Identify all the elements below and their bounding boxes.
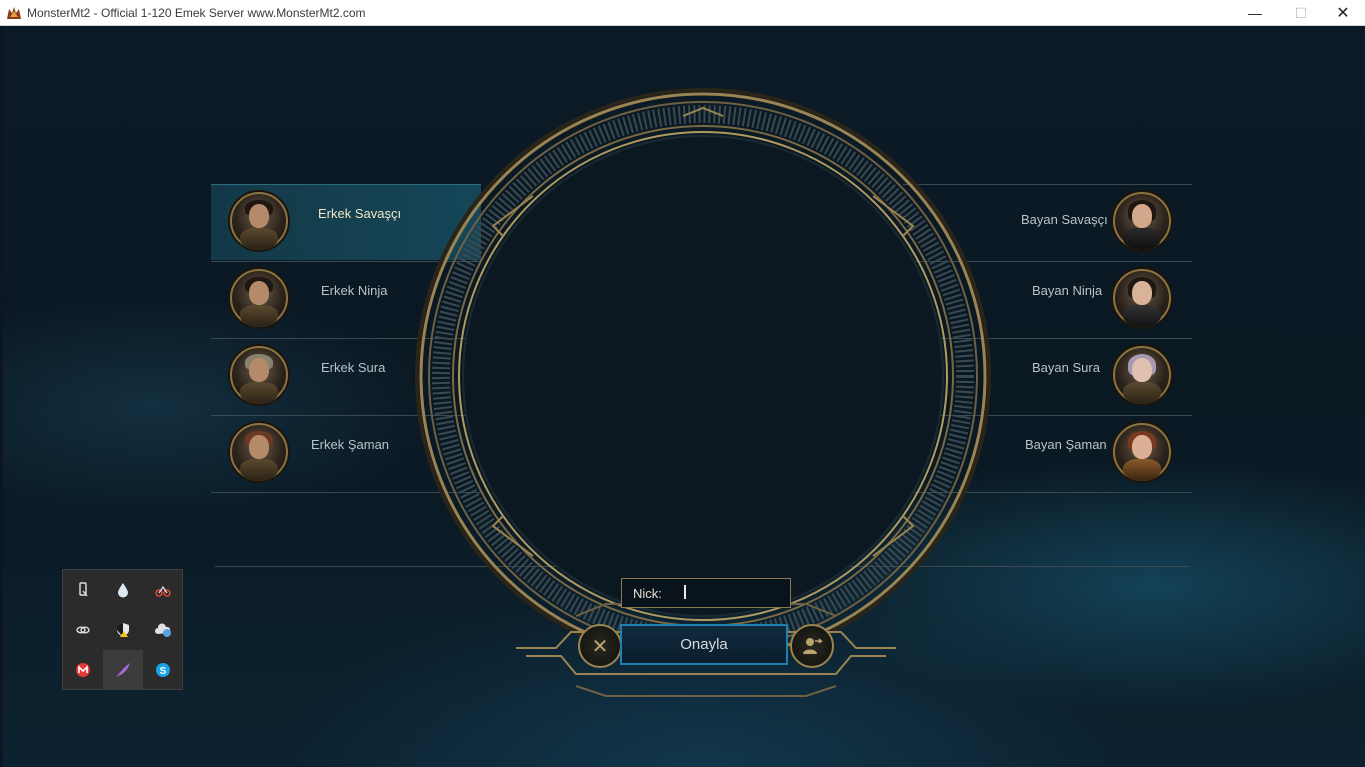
maximize-button[interactable]: ☐ (1278, 0, 1324, 26)
tray-cloud-sync[interactable] (143, 610, 183, 650)
link-icon (76, 626, 90, 634)
tray-usb-drive[interactable] (63, 570, 103, 610)
cloud-sync-icon (155, 623, 171, 637)
female-ninja-portrait (1113, 269, 1171, 327)
character-label: Bayan Ninja (1032, 283, 1103, 298)
system-tray-overflow: S (62, 569, 183, 690)
game-client-area: Erkek Savaşçı Erkek Ninja Erkek Sura Erk… (3, 26, 1365, 767)
nick-field[interactable]: Nick: (621, 578, 791, 608)
cancel-button[interactable]: ✕ (578, 624, 622, 668)
tray-antivirus[interactable] (63, 650, 103, 690)
tray-link-app[interactable] (63, 610, 103, 650)
security-shield-icon (117, 623, 129, 637)
usb-drive-icon (79, 582, 88, 597)
male-shaman-portrait (230, 423, 288, 481)
male-warrior-portrait (230, 192, 288, 250)
feather-app-icon (116, 663, 130, 677)
male-ninja-portrait (230, 269, 288, 327)
female-shaman-portrait (1113, 423, 1171, 481)
close-icon: ✕ (591, 635, 609, 658)
character-label: Erkek Savaşçı (318, 206, 402, 221)
female-warrior-portrait (1113, 192, 1171, 250)
character-label: Bayan Şaman (1025, 437, 1107, 452)
nick-label: Nick: (633, 586, 662, 601)
female-sura-portrait (1113, 346, 1171, 404)
bike-app-icon (155, 585, 171, 597)
tray-feather-app[interactable] (103, 650, 143, 690)
character-label: Erkek Sura (321, 360, 386, 375)
user-switch-icon (803, 638, 823, 654)
window-title: MonsterMt2 - Official 1-120 Emek Server … (27, 6, 366, 20)
text-cursor (684, 585, 686, 599)
water-drop-icon (118, 583, 128, 598)
tray-bike-app[interactable] (143, 570, 183, 610)
tray-security-center[interactable] (103, 610, 143, 650)
character-label: Erkek Şaman (311, 437, 390, 452)
antivirus-icon (76, 663, 90, 677)
tray-water-app[interactable] (103, 570, 143, 610)
tray-skype[interactable]: S (143, 650, 183, 690)
character-label: Erkek Ninja (321, 283, 388, 298)
close-button[interactable]: ✕ (1320, 0, 1365, 26)
confirm-button[interactable]: Onayla (620, 624, 788, 665)
window-titlebar: MonsterMt2 - Official 1-120 Emek Server … (0, 0, 1365, 26)
skype-icon: S (156, 663, 170, 677)
svg-text:S: S (160, 666, 167, 677)
character-label: Bayan Sura (1032, 360, 1100, 375)
app-logo-icon (7, 7, 21, 19)
character-label: Bayan Savaşçı (1021, 212, 1108, 227)
nick-input[interactable] (678, 583, 786, 603)
change-character-button[interactable] (790, 624, 834, 668)
minimize-button[interactable]: — (1232, 0, 1278, 26)
male-sura-portrait (230, 346, 288, 404)
